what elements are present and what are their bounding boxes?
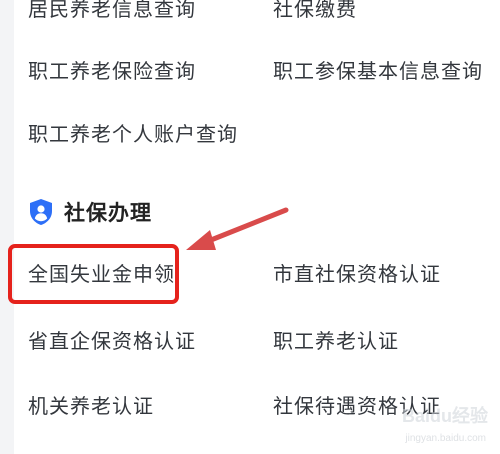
menu-item-agency-pension-certification[interactable]: 机关养老认证 — [28, 393, 154, 419]
menu-item-employee-pension-query[interactable]: 职工养老保险查询 — [28, 58, 196, 84]
shield-user-icon — [30, 199, 52, 225]
left-edge-strip — [0, 0, 14, 454]
watermark-url: jingyan.baidu.com — [405, 433, 486, 444]
highlight-box — [8, 244, 179, 304]
menu-item-employee-pension-account-query[interactable]: 职工养老个人账户查询 — [28, 121, 238, 147]
menu-item-employee-enrollment-info-query[interactable]: 职工参保基本信息查询 — [273, 58, 483, 84]
menu-item-social-insurance-payment[interactable]: 社保缴费 — [273, 0, 357, 22]
pointer-arrow-icon — [186, 207, 289, 250]
section-header: 社保办理 — [28, 197, 152, 227]
menu-item-provincial-enterprise-certification[interactable]: 省直企保资格认证 — [28, 328, 196, 354]
menu-item-employee-pension-certification[interactable]: 职工养老认证 — [273, 328, 399, 354]
baidu-watermark: Baidu经验 jingyan.baidu.com — [382, 402, 492, 444]
service-menu-page: 居民养老信息查询 社保缴费 职工养老保险查询 职工参保基本信息查询 职工养老个人… — [0, 0, 500, 454]
watermark-logo: Baidu经验 — [401, 406, 488, 426]
section-title: 社保办理 — [64, 201, 152, 225]
menu-item-resident-pension-query[interactable]: 居民养老信息查询 — [28, 0, 196, 22]
